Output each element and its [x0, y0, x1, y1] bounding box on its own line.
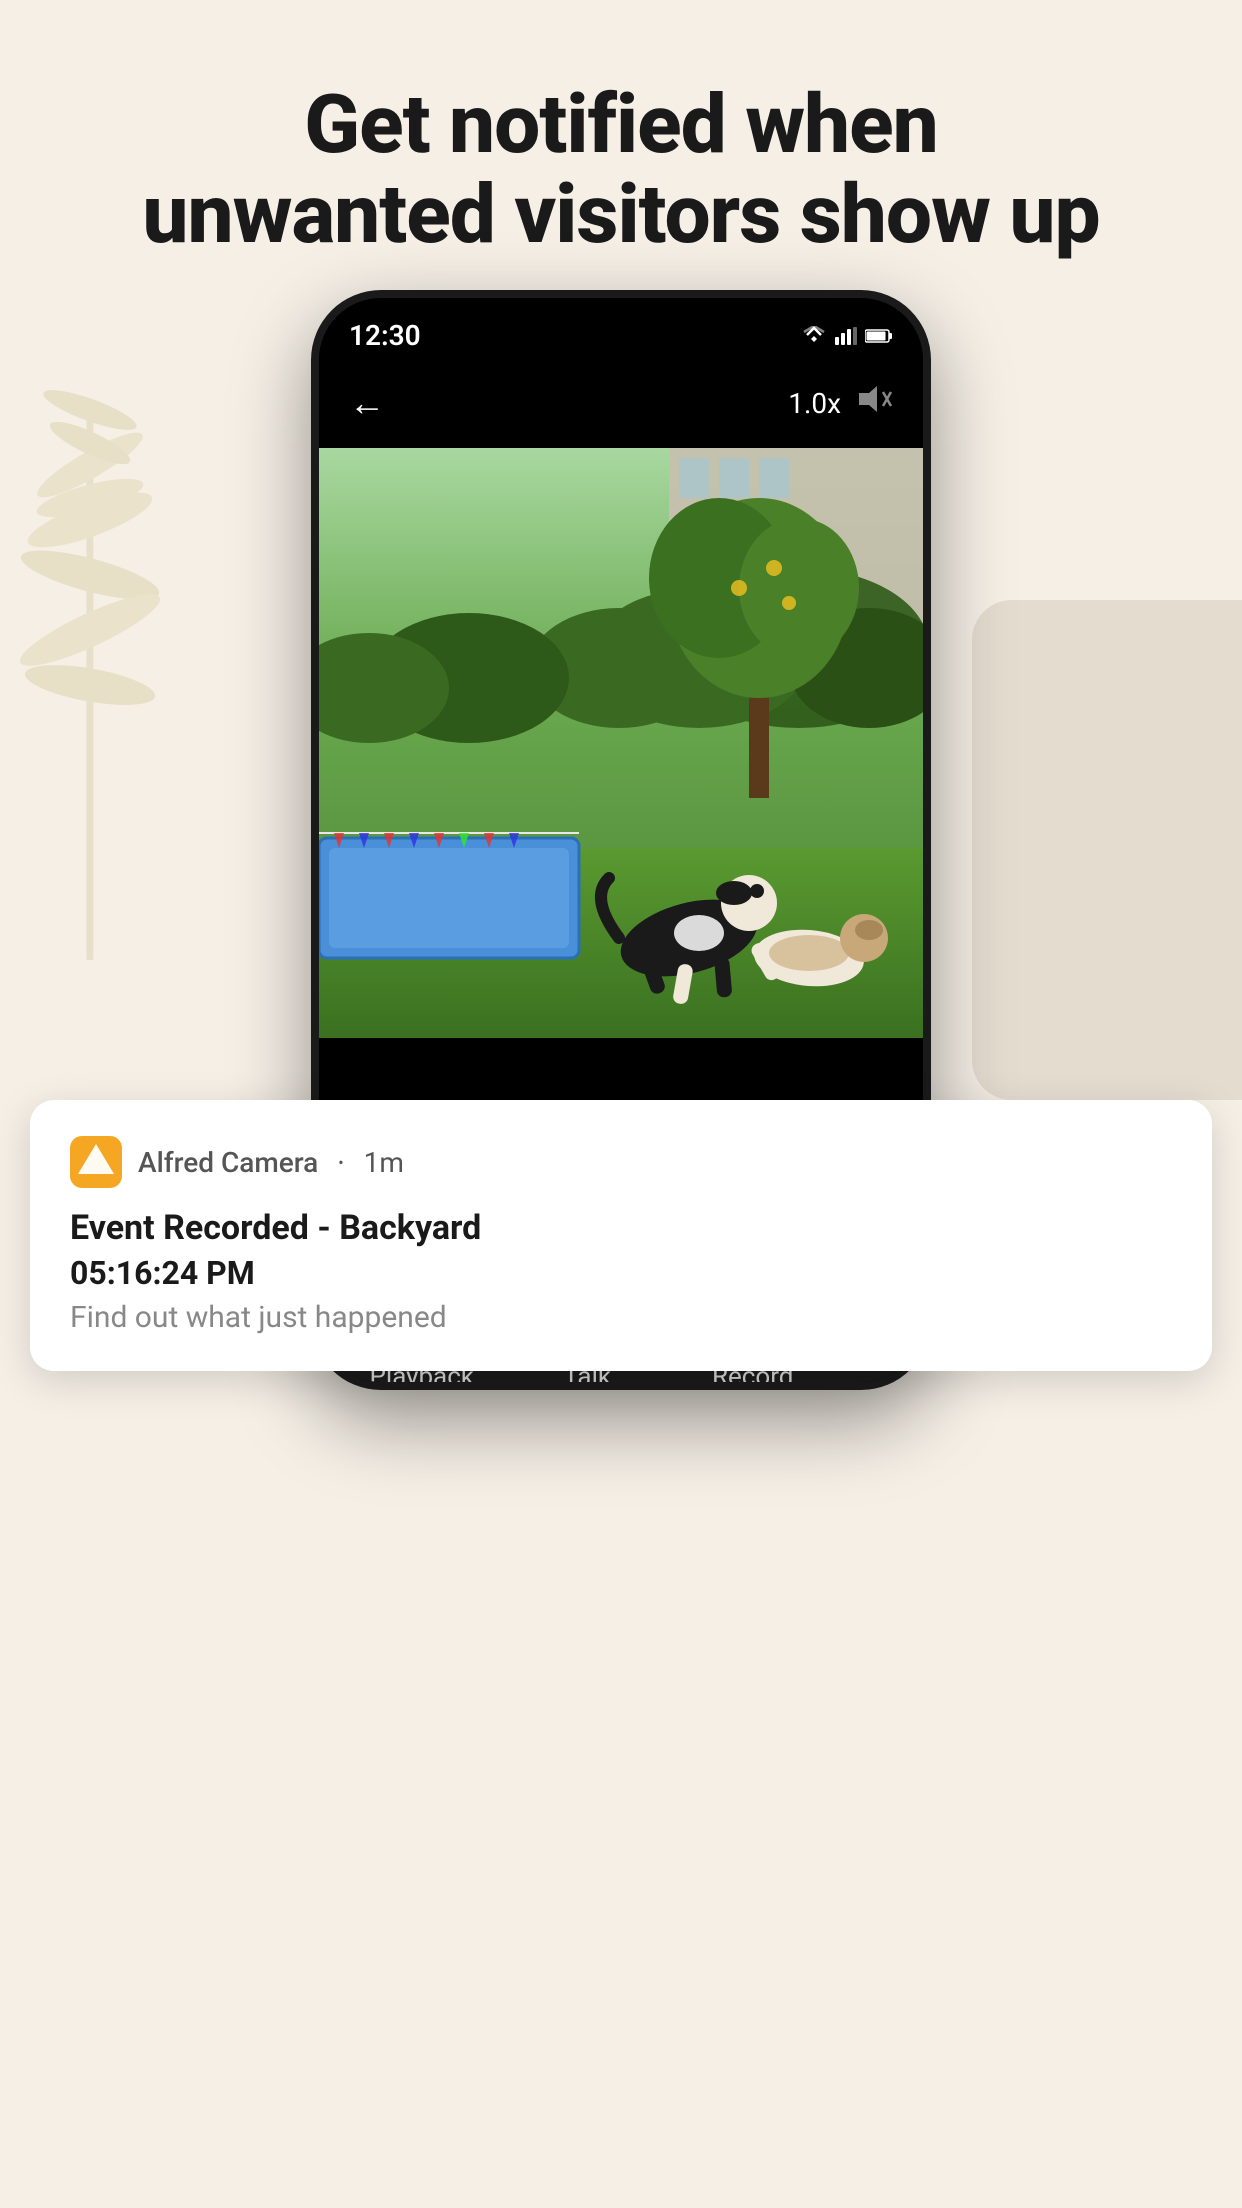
battery-icon [865, 327, 893, 345]
notif-event-title: Event Recorded - Backyard [70, 1208, 1172, 1248]
notif-app-name: Alfred Camera [138, 1146, 318, 1179]
notif-time: 1m [364, 1146, 404, 1179]
signal-icon [835, 327, 857, 345]
mute-icon[interactable] [857, 383, 893, 423]
notif-event-time: 05:16:24 PM [70, 1254, 1172, 1292]
bg-plant-left [0, 280, 200, 980]
notification-card: Alfred Camera • 1m Event Recorded - Back… [30, 1100, 1212, 1371]
status-bar: 12:30 [319, 298, 923, 358]
header-title: Get notified when unwanted visitors show… [60, 80, 1182, 260]
status-time: 12:30 [349, 319, 421, 352]
camera-feed [319, 448, 923, 1038]
notif-event-body: Find out what just happened [70, 1300, 1172, 1335]
notif-dot: • [338, 1153, 343, 1172]
zoom-level[interactable]: 1.0x [788, 387, 841, 420]
app-header: ← 1.0x [319, 358, 923, 448]
garden-scene [319, 448, 923, 1038]
alfred-app-icon [70, 1136, 122, 1188]
status-icons [801, 326, 893, 346]
wifi-icon [801, 326, 827, 346]
back-button[interactable]: ← [349, 382, 385, 424]
header-section: Get notified when unwanted visitors show… [0, 80, 1242, 260]
header-controls: 1.0x [788, 383, 893, 423]
notif-header: Alfred Camera • 1m [70, 1136, 1172, 1188]
bg-couch [972, 600, 1242, 1100]
